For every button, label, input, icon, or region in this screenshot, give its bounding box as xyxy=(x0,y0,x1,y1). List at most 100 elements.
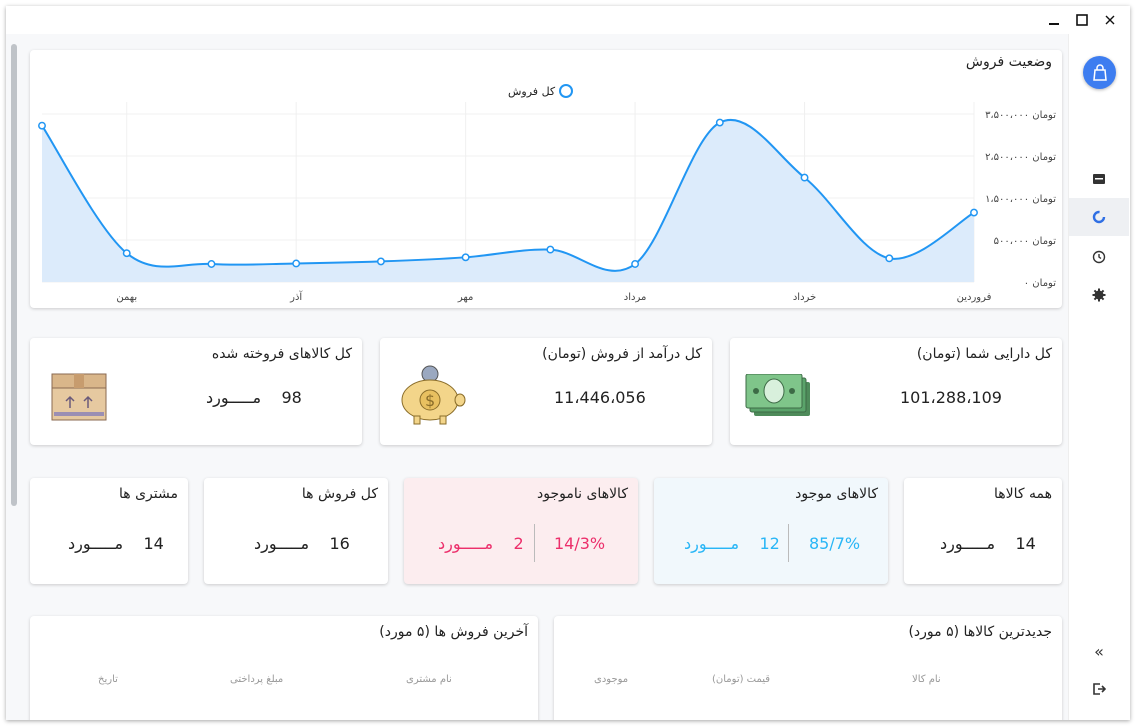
sales-unit: مـــــورد xyxy=(254,534,310,553)
sidebar: « xyxy=(1068,34,1130,720)
avatar[interactable] xyxy=(1083,56,1116,89)
vertical-scrollbar[interactable] xyxy=(11,44,17,506)
x-tick-label: بهمن xyxy=(116,292,137,303)
assets-card: کل دارایی شما (تومان) 101،288،109 xyxy=(730,338,1062,445)
history-icon xyxy=(1092,250,1106,264)
data-point[interactable] xyxy=(970,208,978,217)
revenue-title: کل درآمد از فروش (تومان) xyxy=(542,346,702,362)
unavailable-title: کالاهای ناموجود xyxy=(537,486,628,502)
customers-count: 14 xyxy=(143,534,164,553)
y-tick-label: ۵۰۰،۰۰۰ تومان xyxy=(994,236,1057,247)
gear-icon xyxy=(1092,288,1106,302)
col-paid-amount: مبلغ پرداختی xyxy=(230,674,284,685)
box-icon xyxy=(51,373,107,421)
data-point[interactable] xyxy=(461,253,470,262)
data-point[interactable] xyxy=(38,121,46,130)
data-point[interactable] xyxy=(800,173,809,182)
x-tick-label: مرداد xyxy=(624,292,647,303)
customers-title: مشتری ها xyxy=(119,486,178,502)
sales-chart: ۰ تومان ۵۰۰،۰۰۰ تومان ۱،۵۰۰،۰۰۰ تومان ۲،۵۰۰… xyxy=(38,102,1057,303)
all-products-value: 14 مـــــورد xyxy=(940,534,1036,553)
latest-sales-title: آخرین فروش ها (۵ مورد) xyxy=(379,624,528,640)
available-unit: مـــــورد xyxy=(684,534,740,553)
data-point[interactable] xyxy=(885,254,894,263)
divider xyxy=(534,524,535,562)
revenue-card: کل درآمد از فروش (تومان) 11،446،056 $ xyxy=(380,338,712,445)
sales-count-card: کل فروش ها 16 مـــــورد xyxy=(204,478,388,584)
refresh-icon xyxy=(1092,210,1106,224)
unavailable-products-card: کالاهای ناموجود 14/3% 2 مـــــورد xyxy=(404,478,638,584)
x-tick-label: فروردین xyxy=(957,292,992,303)
revenue-value: 11،446،056 xyxy=(554,388,646,407)
unavailable-value: 2 مـــــورد xyxy=(438,534,524,553)
newest-products-card: جدیدترین کالاها (۵ مورد) نام کالا قیمت (… xyxy=(554,616,1062,720)
unavailable-count: 2 xyxy=(513,534,524,553)
customers-value: 14 مـــــورد xyxy=(68,534,164,553)
data-point[interactable] xyxy=(631,260,640,268)
available-title: کالاهای موجود xyxy=(795,486,878,502)
y-tick-label: ۱،۵۰۰،۰۰۰ تومان xyxy=(985,194,1056,205)
available-percent: 85/7% xyxy=(809,534,861,553)
data-point[interactable] xyxy=(715,118,724,127)
col-price: قیمت (تومان) xyxy=(712,674,771,685)
svg-text:$: $ xyxy=(425,391,435,410)
money-icon xyxy=(745,374,810,416)
data-point[interactable] xyxy=(376,257,385,266)
sidebar-item-refresh[interactable] xyxy=(1069,198,1129,236)
sales-count-title: کل فروش ها xyxy=(301,486,378,502)
sold-count: 98 xyxy=(281,388,302,407)
title-bar xyxy=(6,6,1130,34)
divider xyxy=(788,524,789,562)
unavailable-percent: 14/3% xyxy=(554,534,606,553)
sidebar-item-logout[interactable] xyxy=(1069,670,1129,708)
app-window: وضعیت فروش کل فروش ۰ تومان ۵۰۰،۰۰۰ تومان ۱… xyxy=(6,6,1130,720)
y-tick-label: ۰ تومان xyxy=(1024,278,1056,289)
customers-unit: مـــــورد xyxy=(68,534,124,553)
col-date: تاریخ xyxy=(98,674,118,685)
latest-sales-card: آخرین فروش ها (۵ مورد) نام مشتری مبلغ پر… xyxy=(30,616,538,720)
collapse-sidebar-button[interactable]: « xyxy=(1069,632,1129,670)
sales-count: 16 xyxy=(329,534,350,553)
inbox-icon xyxy=(1093,174,1105,184)
sold-value: 98 مـــــورد xyxy=(206,388,302,407)
assets-value: 101،288،109 xyxy=(900,388,1002,407)
x-tick-label: مهر xyxy=(457,292,473,303)
available-count: 12 xyxy=(759,534,780,553)
sold-unit: مـــــورد xyxy=(206,388,262,407)
available-value: 12 مـــــورد xyxy=(684,534,780,553)
sidebar-item-inbox[interactable] xyxy=(1069,160,1129,198)
sold-items-card: کل کالاهای فروخته شده 98 مـــــورد xyxy=(30,338,362,445)
newest-products-title: جدیدترین کالاها (۵ مورد) xyxy=(908,624,1052,640)
data-point[interactable] xyxy=(292,259,301,268)
col-customer-name: نام مشتری xyxy=(406,674,452,685)
data-point[interactable] xyxy=(207,260,216,268)
sold-title: کل کالاهای فروخته شده xyxy=(211,346,352,362)
logout-icon xyxy=(1093,683,1106,695)
all-products-title: همه کالاها xyxy=(994,486,1052,502)
y-tick-label: ۳،۵۰۰،۰۰۰ تومان xyxy=(985,110,1056,121)
assets-title: کل دارایی شما (تومان) xyxy=(916,346,1052,362)
data-point[interactable] xyxy=(546,245,555,254)
customers-card: مشتری ها 14 مـــــورد xyxy=(30,478,188,584)
series-area xyxy=(42,119,974,282)
all-products-card: همه کالاها 14 مـــــورد xyxy=(904,478,1062,584)
unavailable-unit: مـــــورد xyxy=(438,534,494,553)
x-tick-label: آذر xyxy=(289,290,303,303)
main-content: وضعیت فروش کل فروش ۰ تومان ۵۰۰،۰۰۰ تومان ۱… xyxy=(6,34,1068,720)
close-icon[interactable] xyxy=(1099,10,1121,30)
sales-count-value: 16 مـــــورد xyxy=(254,534,350,553)
col-product-name: نام کالا xyxy=(912,674,941,685)
data-point[interactable] xyxy=(122,249,131,258)
x-tick-label: خرداد xyxy=(793,292,816,303)
sidebar-item-history[interactable] xyxy=(1069,238,1129,276)
shopping-bag-icon xyxy=(1092,63,1107,81)
maximize-icon[interactable] xyxy=(1071,10,1093,30)
all-count: 14 xyxy=(1015,534,1036,553)
y-tick-label: ۲،۵۰۰،۰۰۰ تومان xyxy=(985,152,1056,163)
sales-status-card: وضعیت فروش کل فروش ۰ تومان ۵۰۰،۰۰۰ تومان ۱… xyxy=(30,50,1062,308)
col-stock: موجودی xyxy=(594,674,629,685)
sidebar-item-settings[interactable] xyxy=(1069,276,1129,314)
all-unit: مـــــورد xyxy=(940,534,996,553)
available-products-card: کالاهای موجود 85/7% 12 مـــــورد xyxy=(654,478,888,584)
minimize-icon[interactable] xyxy=(1043,10,1065,30)
